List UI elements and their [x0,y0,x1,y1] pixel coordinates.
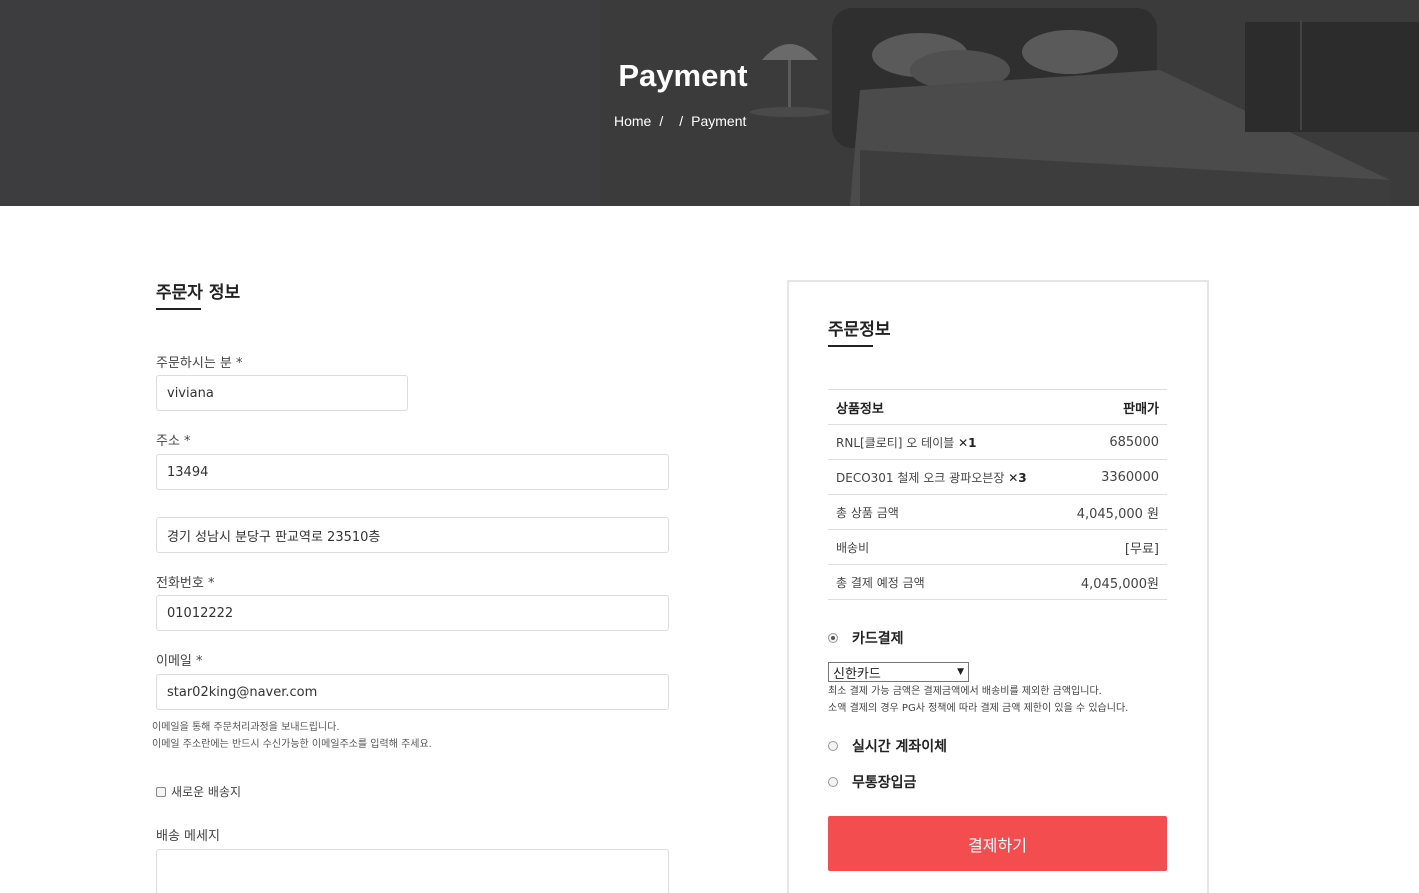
card-payment-note: 최소 결제 가능 금액은 결제금액에서 배송비를 제외한 금액입니다. 소액 결… [828,683,1128,717]
zipcode-input[interactable]: 13494 [156,454,669,490]
breadcrumb-separator: / [659,113,664,129]
email-note-line: 이메일을 통해 주문처리과정을 보내드립니다. [152,722,340,733]
deposit-payment-option[interactable]: 무통장입금 [828,772,916,792]
product-price: 3360000 [1101,469,1159,485]
address-input[interactable]: 경기 성남시 분당구 판교역로 23510층 [156,517,669,553]
email-note: 이메일을 통해 주문처리과정을 보내드립니다. 이메일 주소란에는 반드시 수신… [152,719,432,753]
transfer-payment-option[interactable]: 실시간 계좌이체 [828,736,947,756]
card-payment-label: 카드결제 [852,631,904,647]
name-label: 주문하시는 분 * [156,356,243,371]
card-note-line: 최소 결제 가능 금액은 결제금액에서 배송비를 제외한 금액입니다. [828,686,1102,697]
card-payment-radio[interactable] [828,633,838,643]
page-title: Payment [618,58,748,93]
message-label: 배송 메세지 [156,829,220,844]
orderer-section-title: 주문자 정보 [156,283,241,303]
email-note-line: 이메일 주소란에는 반드시 수신가능한 이메일주소를 입력해 주세요. [152,739,432,750]
total-row: 총 결제 예정 금액 4,045,000원 [828,564,1167,600]
subtotal-row: 총 상품 금액 4,045,000 원 [828,494,1167,530]
total-label: 총 결제 예정 금액 [836,575,925,590]
transfer-payment-radio[interactable] [828,741,838,751]
transfer-payment-label: 실시간 계좌이체 [852,739,948,755]
product-column-header: 상품정보 [836,401,884,417]
new-address-label: 새로운 배송지 [171,785,242,799]
product-qty: ✕1 [958,435,977,450]
pay-button[interactable]: 결제하기 [828,816,1167,871]
email-input[interactable]: star02king@naver.com [156,674,669,710]
shipping-row: 배송비 [무료] [828,529,1167,565]
breadcrumb-current: Payment [691,113,747,129]
order-summary-table: 상품정보 판매가 RNL[클로티] 오 테이블 ✕1 685000 DECO30… [828,389,1167,600]
card-payment-option[interactable]: 카드결제 [828,628,904,648]
table-header-row: 상품정보 판매가 [828,389,1167,425]
hero-banner: Payment Home / / Payment [0,0,1419,206]
product-name: RNL[클로티] 오 테이블 [836,435,955,450]
breadcrumb: Home / / Payment [614,113,746,129]
address-label: 주소 * [156,434,191,449]
table-row: RNL[클로티] 오 테이블 ✕1 685000 [828,424,1167,460]
deposit-payment-label: 무통장입금 [852,775,917,791]
name-input[interactable]: viviana [156,375,408,411]
new-address-checkbox[interactable] [156,786,166,797]
breadcrumb-separator: / [679,113,684,129]
product-name: DECO301 철제 오크 광파오븐장 [836,470,1005,485]
product-cell: DECO301 철제 오크 광파오븐장 ✕3 [828,460,1058,495]
deposit-payment-radio[interactable] [828,777,838,787]
table-row: DECO301 철제 오크 광파오븐장 ✕3 3360000 [828,459,1167,495]
phone-input[interactable]: 01012222 [156,595,669,631]
title-underline [828,345,873,347]
order-info-title: 주문정보 [828,320,891,340]
bedroom-background-image [0,0,1419,206]
breadcrumb-home-link[interactable]: Home [614,113,651,129]
new-address-option[interactable]: 새로운 배송지 [156,783,241,800]
shipping-value: [무료] [1124,541,1159,557]
subtotal-value: 4,045,000 원 [1076,506,1159,522]
title-underline [156,308,201,310]
shipping-label: 배송비 [836,540,870,555]
total-value: 4,045,000원 [1080,576,1159,592]
card-note-line: 소액 결제의 경우 PG사 정책에 따라 결제 금액 제한이 있을 수 있습니다… [828,703,1129,714]
phone-label: 전화번호 * [156,576,215,591]
price-column-header: 판매가 [1123,401,1159,417]
card-company-selected: 신한카드 [833,666,881,682]
chevron-down-icon: ▼ [957,667,964,677]
email-label: 이메일 * [156,654,203,669]
subtotal-label: 총 상품 금액 [836,505,899,520]
product-price: 685000 [1109,434,1159,450]
product-cell: RNL[클로티] 오 테이블 ✕1 [828,425,1058,460]
message-textarea[interactable] [156,849,669,893]
card-company-select[interactable]: 신한카드 ▼ [828,662,969,682]
product-qty: ✕3 [1008,470,1027,485]
